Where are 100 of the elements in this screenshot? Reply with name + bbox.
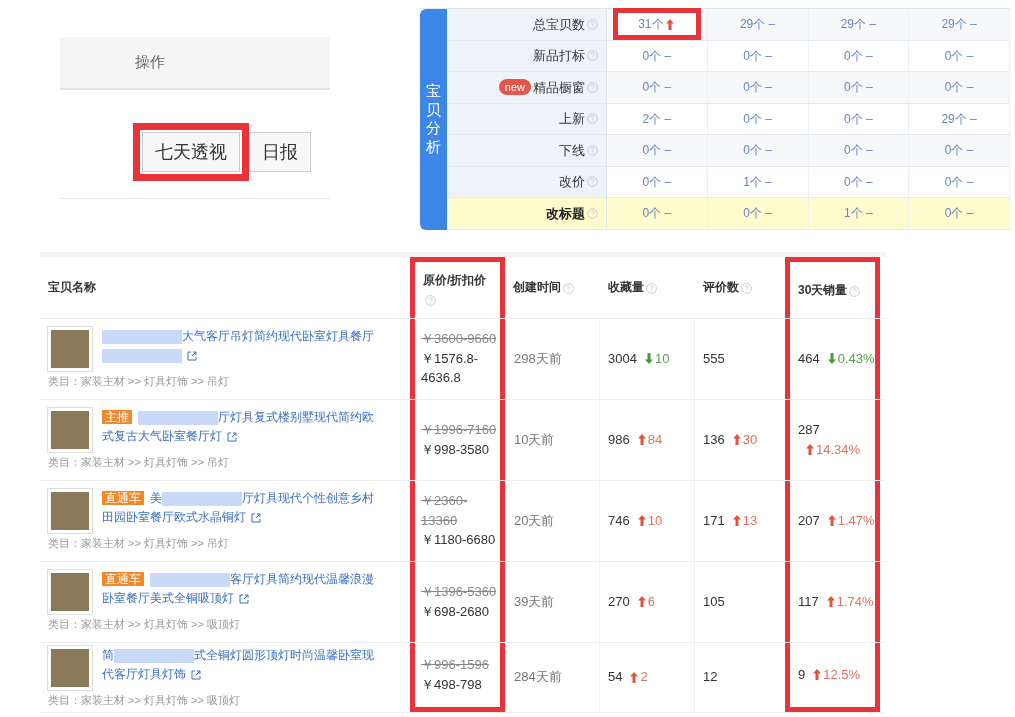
external-link-icon[interactable] (251, 513, 261, 524)
metric-delta: 1.47% (837, 511, 875, 530)
promo-tag: 主推 (102, 410, 132, 425)
help-icon[interactable] (563, 283, 574, 295)
original-price: ￥3600-9660 (421, 330, 498, 349)
discount-price: ￥998-3580 (421, 440, 490, 459)
metric-value: 746 (608, 511, 630, 530)
count-value: 0个 – (743, 110, 772, 128)
count-value: 0个 – (642, 173, 672, 191)
metric-label: 精品橱窗 (533, 78, 585, 97)
help-icon[interactable] (587, 144, 598, 156)
category-path: 类目：家装主材 >> 灯具灯饰 >> 吸顶灯 (48, 617, 241, 633)
count-value: 0个 – (743, 205, 772, 223)
external-link-icon[interactable] (239, 594, 249, 605)
metric-delta: 10 (647, 511, 663, 530)
count-value: 0个 – (944, 205, 974, 223)
count-value: 0个 – (944, 142, 974, 160)
help-icon[interactable] (741, 283, 752, 295)
product-title[interactable]: 大气客厅吊灯简约现代卧室灯具餐厅 (102, 327, 382, 372)
metric-value: 117 (798, 592, 819, 611)
category-path: 类目：家装主材 >> 灯具灯饰 >> 吊灯 (48, 455, 230, 471)
created-time: 39天前 (514, 592, 555, 611)
count-value: 0个 – (743, 79, 772, 97)
count-value: 2个 – (642, 110, 672, 128)
report-button[interactable]: 日报 (249, 132, 311, 172)
product-title[interactable]: 主推 厅灯具复式楼别墅现代简约欧式复古大气卧室餐厅灯 (102, 408, 382, 453)
metric-delta: 84 (647, 430, 663, 449)
metric-value: 12 (703, 668, 718, 687)
metric-value: 270 (608, 592, 630, 611)
external-link-icon[interactable] (187, 351, 197, 362)
product-title[interactable]: 直通车 客厅灯具简约现代温馨浪漫卧室餐厅美式全铜吸顶灯 (102, 570, 382, 615)
count-value: 0个 – (642, 205, 672, 223)
count-value: 0个 – (944, 173, 974, 191)
count-value: 0个 – (844, 47, 873, 65)
metric-value: 3004 (608, 349, 637, 368)
discount-price: ￥1576.8-4636.8 (421, 349, 480, 388)
created-time: 10天前 (514, 430, 555, 449)
created-time: 284天前 (514, 668, 562, 687)
original-price: ￥1396-5360 (421, 583, 498, 601)
help-icon[interactable] (587, 207, 598, 219)
product-title[interactable]: 简 式全铜灯圆形顶灯时尚温馨卧室现代客厅灯具灯饰 (102, 645, 382, 690)
help-icon[interactable] (849, 285, 861, 297)
help-icon[interactable] (587, 81, 598, 93)
help-icon[interactable] (587, 18, 598, 30)
count-value: 0个 – (743, 47, 772, 65)
column-header: 创建时间 (505, 256, 600, 318)
original-price: ￥2360-13360 (421, 492, 469, 530)
count-value: 29个 – (941, 110, 977, 128)
original-price: ￥996-1596 (421, 656, 490, 674)
help-icon[interactable] (587, 176, 598, 188)
promo-tag: 直通车 (102, 572, 144, 587)
help-icon[interactable] (646, 283, 657, 295)
metric-value: 136 (703, 430, 725, 449)
metric-label: 上新 (559, 110, 585, 128)
count-value: 0个 – (743, 142, 772, 160)
count-value: 0个 – (642, 47, 672, 65)
metric-delta: 10 (654, 349, 670, 368)
product-title[interactable]: 直通车 美 厅灯具现代个性创意乡村田园卧室餐厅欧式水晶铜灯 (102, 489, 382, 534)
created-time: 20天前 (514, 511, 555, 530)
section-label: 宝贝分析 (420, 9, 447, 230)
metric-value: 986 (608, 430, 630, 449)
external-link-icon[interactable] (191, 669, 201, 680)
discount-price: ￥698-2680 (421, 602, 490, 621)
metric-value: 105 (703, 592, 725, 611)
count-value: 31个 (613, 8, 701, 41)
column-header: 原价/折扣价 (410, 256, 505, 318)
metric-label: 新品打标 (533, 47, 585, 65)
count-value: 0个 – (844, 173, 873, 191)
new-badge: new (498, 79, 531, 96)
header-label: 操作 (135, 52, 165, 73)
metric-delta: 14.34% (816, 440, 861, 459)
column-header: 评价数 (695, 256, 785, 318)
metric-delta: 2 (640, 668, 648, 687)
count-value: 0个 – (944, 47, 974, 65)
external-link-icon[interactable] (227, 432, 237, 443)
column-header: 30天销量 (785, 256, 880, 318)
count-value: 0个 – (844, 79, 873, 97)
metric-label: 改价 (559, 173, 585, 191)
metric-value: 287 (798, 421, 820, 439)
count-value: 29个 – (739, 16, 776, 34)
help-icon[interactable] (425, 294, 436, 306)
count-value: 0个 – (844, 142, 873, 160)
count-value: 1个 – (743, 173, 772, 191)
help-icon[interactable] (587, 113, 598, 125)
metric-value: 464 (798, 349, 820, 368)
metric-delta: 1.74% (836, 592, 874, 611)
count-value: 29个 – (941, 16, 977, 34)
metric-delta: 30 (742, 430, 758, 449)
category-path: 类目：家装主材 >> 灯具灯饰 >> 吊灯 (48, 374, 230, 390)
count-value: 1个 – (844, 205, 873, 223)
category-path: 类目：家装主材 >> 灯具灯饰 >> 吸顶灯 (48, 692, 241, 708)
column-header: 宝贝名称 (47, 279, 97, 296)
original-price: ￥1996-7160 (421, 421, 498, 439)
metric-label: 改标题 (546, 204, 585, 223)
promo-tag: 直通车 (102, 491, 144, 506)
metric-delta: 12.5% (823, 665, 861, 684)
count-value: 0个 – (642, 142, 672, 160)
report-button[interactable]: 七天透视 (142, 132, 240, 172)
help-icon[interactable] (587, 50, 598, 62)
count-value: 29个 – (840, 16, 877, 34)
